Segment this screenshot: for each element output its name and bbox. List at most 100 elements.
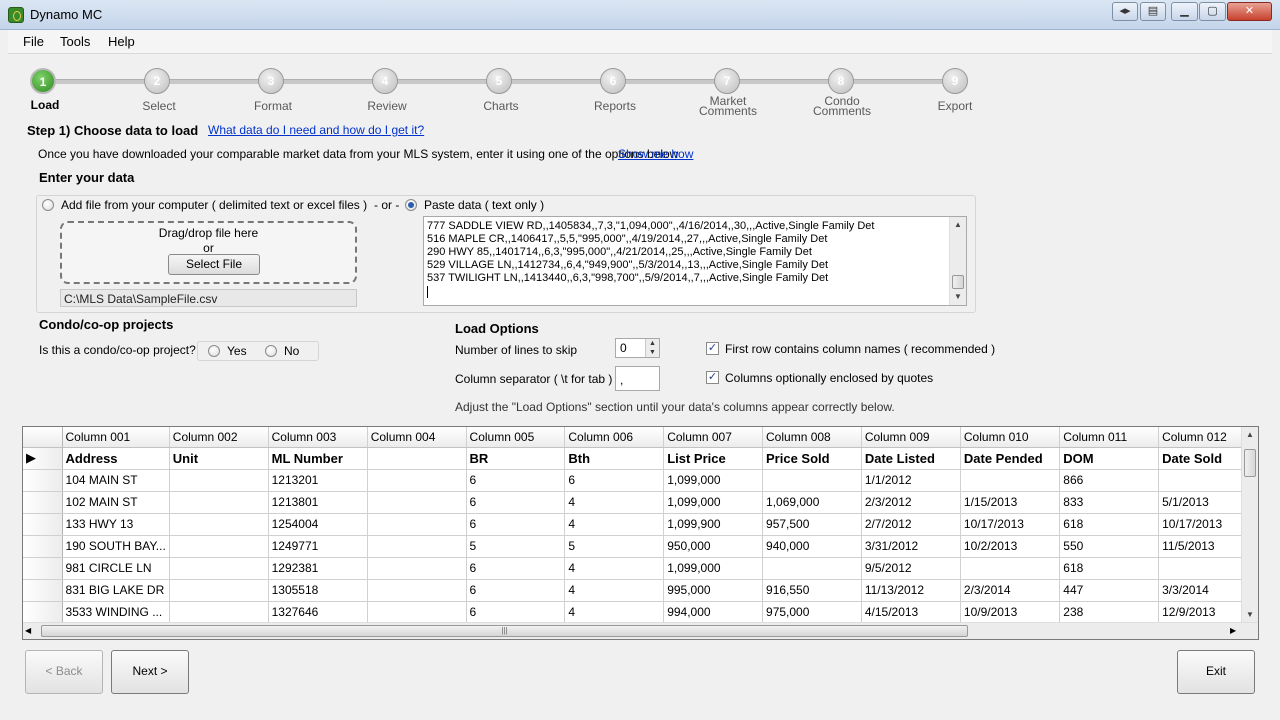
- first-row-checkbox[interactable]: ✓: [706, 342, 719, 355]
- scroll-right-icon[interactable]: ▶: [1230, 623, 1236, 639]
- table-row[interactable]: 981 CIRCLE LN 1292381 6 4 1,099,000 9/5/2012 6…: [23, 557, 1258, 580]
- grid-cell[interactable]: [169, 601, 269, 624]
- column-header[interactable]: Column 010: [960, 427, 1061, 448]
- grid-cell[interactable]: 981 CIRCLE LN: [62, 557, 170, 580]
- grid-cell[interactable]: 190 SOUTH BAY...: [62, 535, 170, 558]
- grid-cell[interactable]: 2/7/2012: [861, 513, 961, 536]
- condo-yes-radio[interactable]: [208, 345, 220, 357]
- grid-cell[interactable]: 550: [1059, 535, 1160, 558]
- grid-cell[interactable]: Date Pended: [960, 447, 1061, 470]
- step-9-circle[interactable]: 9: [942, 68, 968, 94]
- step-5-circle[interactable]: 5: [486, 68, 512, 94]
- table-row[interactable]: 133 HWY 13 1254004 6 4 1,099,900 957,500 2/7/2…: [23, 513, 1258, 536]
- grid-cell[interactable]: 1327646: [268, 601, 368, 624]
- step-7-circle[interactable]: 7: [714, 68, 740, 94]
- grid-cell[interactable]: BR: [466, 447, 566, 470]
- data-preview-grid[interactable]: Column 001 Column 002 Column 003 Column …: [22, 426, 1259, 640]
- scroll-down-icon[interactable]: ▼: [950, 289, 966, 305]
- paste-scrollbar[interactable]: ▲ ▼: [949, 217, 966, 305]
- grid-cell[interactable]: 10/17/2013: [960, 513, 1061, 536]
- add-file-radio[interactable]: [42, 199, 54, 211]
- step-2-circle[interactable]: 2: [144, 68, 170, 94]
- back-button[interactable]: < Back: [25, 650, 103, 694]
- grid-cell[interactable]: [169, 513, 269, 536]
- grid-cell[interactable]: 238: [1059, 601, 1160, 624]
- column-header[interactable]: Column 007: [663, 427, 764, 448]
- grid-cell[interactable]: 4: [564, 579, 665, 602]
- table-row[interactable]: 831 BIG LAKE DR 1305518 6 4 995,000 916,550 11…: [23, 579, 1258, 602]
- grid-cell[interactable]: [762, 557, 862, 580]
- row-header[interactable]: [23, 557, 63, 580]
- column-header[interactable]: Column 008: [762, 427, 862, 448]
- grid-cell[interactable]: [169, 469, 269, 492]
- grid-horizontal-scrollbar[interactable]: ◀ ||| ▶: [23, 622, 1258, 639]
- grid-cell[interactable]: 6: [466, 601, 566, 624]
- grid-cell[interactable]: ML Number: [268, 447, 368, 470]
- paste-data-textarea[interactable]: 777 SADDLE VIEW RD,,1405834,,7,3,"1,094,…: [423, 216, 967, 306]
- skip-lines-stepper[interactable]: 0 ▲ ▼: [615, 338, 660, 358]
- grid-cell[interactable]: 5: [564, 535, 665, 558]
- grid-cell[interactable]: 10/9/2013: [960, 601, 1061, 624]
- grid-cell[interactable]: 618: [1059, 557, 1160, 580]
- grid-cell[interactable]: 11/13/2012: [861, 579, 961, 602]
- close-button[interactable]: ✕: [1227, 2, 1272, 21]
- grid-cell[interactable]: 6: [466, 469, 566, 492]
- grid-cell[interactable]: [960, 469, 1061, 492]
- grid-cell[interactable]: 1,099,000: [663, 557, 764, 580]
- condo-no-radio[interactable]: [265, 345, 277, 357]
- grid-cell[interactable]: 1249771: [268, 535, 368, 558]
- grid-cell[interactable]: [169, 491, 269, 514]
- grid-cell[interactable]: 1305518: [268, 579, 368, 602]
- grid-cell[interactable]: [960, 557, 1061, 580]
- grid-cell[interactable]: 916,550: [762, 579, 862, 602]
- grid-cell[interactable]: 940,000: [762, 535, 862, 558]
- grid-cell[interactable]: 4/15/2013: [861, 601, 961, 624]
- grid-cell[interactable]: [169, 535, 269, 558]
- grid-cell[interactable]: 1/15/2013: [960, 491, 1061, 514]
- scroll-up-icon[interactable]: ▲: [950, 217, 966, 233]
- exit-button[interactable]: Exit: [1177, 650, 1255, 694]
- grid-cell[interactable]: Price Sold: [762, 447, 862, 470]
- grid-cell[interactable]: 833: [1059, 491, 1160, 514]
- grid-cell[interactable]: 3/31/2012: [861, 535, 961, 558]
- step-8-circle[interactable]: 8: [828, 68, 854, 94]
- row-header[interactable]: [23, 469, 63, 492]
- grid-cell[interactable]: 447: [1059, 579, 1160, 602]
- grid-cell[interactable]: [367, 557, 467, 580]
- column-header[interactable]: Column 006: [564, 427, 665, 448]
- grid-cell[interactable]: List Price: [663, 447, 764, 470]
- table-row[interactable]: 3533 WINDING ... 1327646 6 4 994,000 975,000 4…: [23, 601, 1258, 624]
- grid-cell[interactable]: 1254004: [268, 513, 368, 536]
- scroll-thumb[interactable]: |||: [41, 625, 968, 637]
- grid-cell[interactable]: 831 BIG LAKE DR: [62, 579, 170, 602]
- current-row-arrow-icon[interactable]: ▶: [23, 447, 63, 470]
- grid-cell[interactable]: 6: [466, 579, 566, 602]
- row-header[interactable]: [23, 601, 63, 624]
- select-file-button[interactable]: Select File: [168, 254, 260, 275]
- grid-cell[interactable]: [169, 557, 269, 580]
- table-row[interactable]: 190 SOUTH BAY... 1249771 5 5 950,000 940,000 3…: [23, 535, 1258, 558]
- scroll-left-icon[interactable]: ◀: [25, 623, 31, 639]
- grid-cell[interactable]: 1,099,000: [663, 469, 764, 492]
- grid-cell[interactable]: 4: [564, 557, 665, 580]
- grid-cell[interactable]: 618: [1059, 513, 1160, 536]
- grid-cell[interactable]: Address: [62, 447, 170, 470]
- grid-cell[interactable]: [367, 601, 467, 624]
- minimize-button[interactable]: ▁: [1171, 2, 1198, 21]
- grid-cell[interactable]: 950,000: [663, 535, 764, 558]
- grid-cell[interactable]: 2/3/2012: [861, 491, 961, 514]
- grid-cell[interactable]: Unit: [169, 447, 269, 470]
- grid-cell[interactable]: 4: [564, 601, 665, 624]
- grid-cell[interactable]: 10/2/2013: [960, 535, 1061, 558]
- scroll-thumb[interactable]: [952, 275, 964, 289]
- grid-cell[interactable]: 994,000: [663, 601, 764, 624]
- grid-cell[interactable]: [367, 579, 467, 602]
- column-header[interactable]: Column 009: [861, 427, 961, 448]
- column-header[interactable]: Column 003: [268, 427, 368, 448]
- maximize-button[interactable]: ▢: [1199, 2, 1226, 21]
- row-header[interactable]: [23, 491, 63, 514]
- step-6-circle[interactable]: 6: [600, 68, 626, 94]
- grid-cell[interactable]: [762, 469, 862, 492]
- help-data-link[interactable]: What data do I need and how do I get it?: [208, 123, 424, 137]
- grid-cell[interactable]: [367, 469, 467, 492]
